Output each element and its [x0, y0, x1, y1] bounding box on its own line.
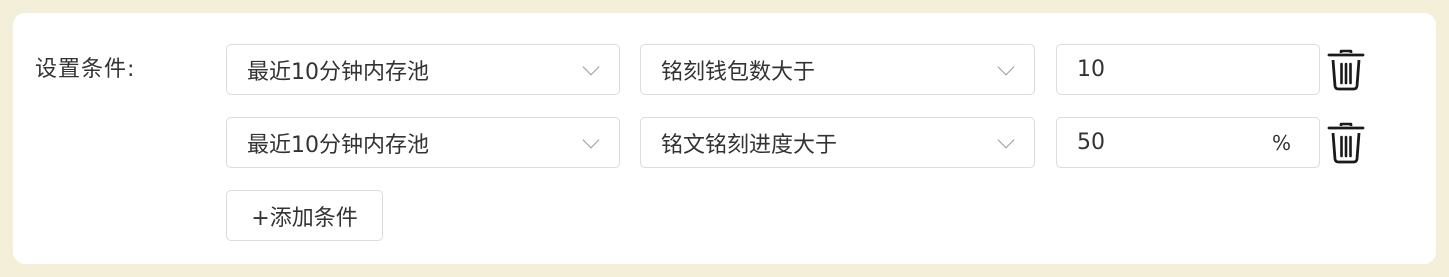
- scope-select-2-value: 最近10分钟内存池: [247, 132, 429, 158]
- scope-select-2[interactable]: 最近10分钟内存池: [226, 117, 620, 168]
- metric-select-1-value: 铭刻钱包数大于: [661, 59, 816, 85]
- value-input-1[interactable]: 10: [1056, 44, 1320, 95]
- scope-select-1-value: 最近10分钟内存池: [247, 59, 429, 85]
- chevron-down-icon: [997, 58, 1015, 75]
- chevron-down-icon: [582, 131, 600, 148]
- delete-condition-2-button[interactable]: [1326, 121, 1366, 165]
- metric-select-2-value: 铭文铭刻进度大于: [661, 132, 838, 158]
- metric-select-1[interactable]: 铭刻钱包数大于: [640, 44, 1035, 95]
- delete-condition-1-button[interactable]: [1326, 48, 1366, 92]
- condition-panel: 设置条件: 最近10分钟内存池 铭刻钱包数大于 10 最近10分钟内存池 铭文铭…: [13, 13, 1436, 264]
- conditions-label: 设置条件:: [35, 57, 136, 82]
- trash-icon: [1327, 122, 1365, 164]
- trash-icon: [1327, 49, 1365, 91]
- scope-select-1[interactable]: 最近10分钟内存池: [226, 44, 620, 95]
- value-input-2-unit: %: [1271, 130, 1291, 155]
- value-input-2-text: 50: [1077, 130, 1105, 155]
- chevron-down-icon: [582, 58, 600, 75]
- metric-select-2[interactable]: 铭文铭刻进度大于: [640, 117, 1035, 168]
- value-input-1-text: 10: [1077, 57, 1105, 82]
- chevron-down-icon: [997, 131, 1015, 148]
- value-input-2[interactable]: 50 %: [1056, 117, 1320, 168]
- add-condition-button[interactable]: +添加条件: [226, 190, 383, 241]
